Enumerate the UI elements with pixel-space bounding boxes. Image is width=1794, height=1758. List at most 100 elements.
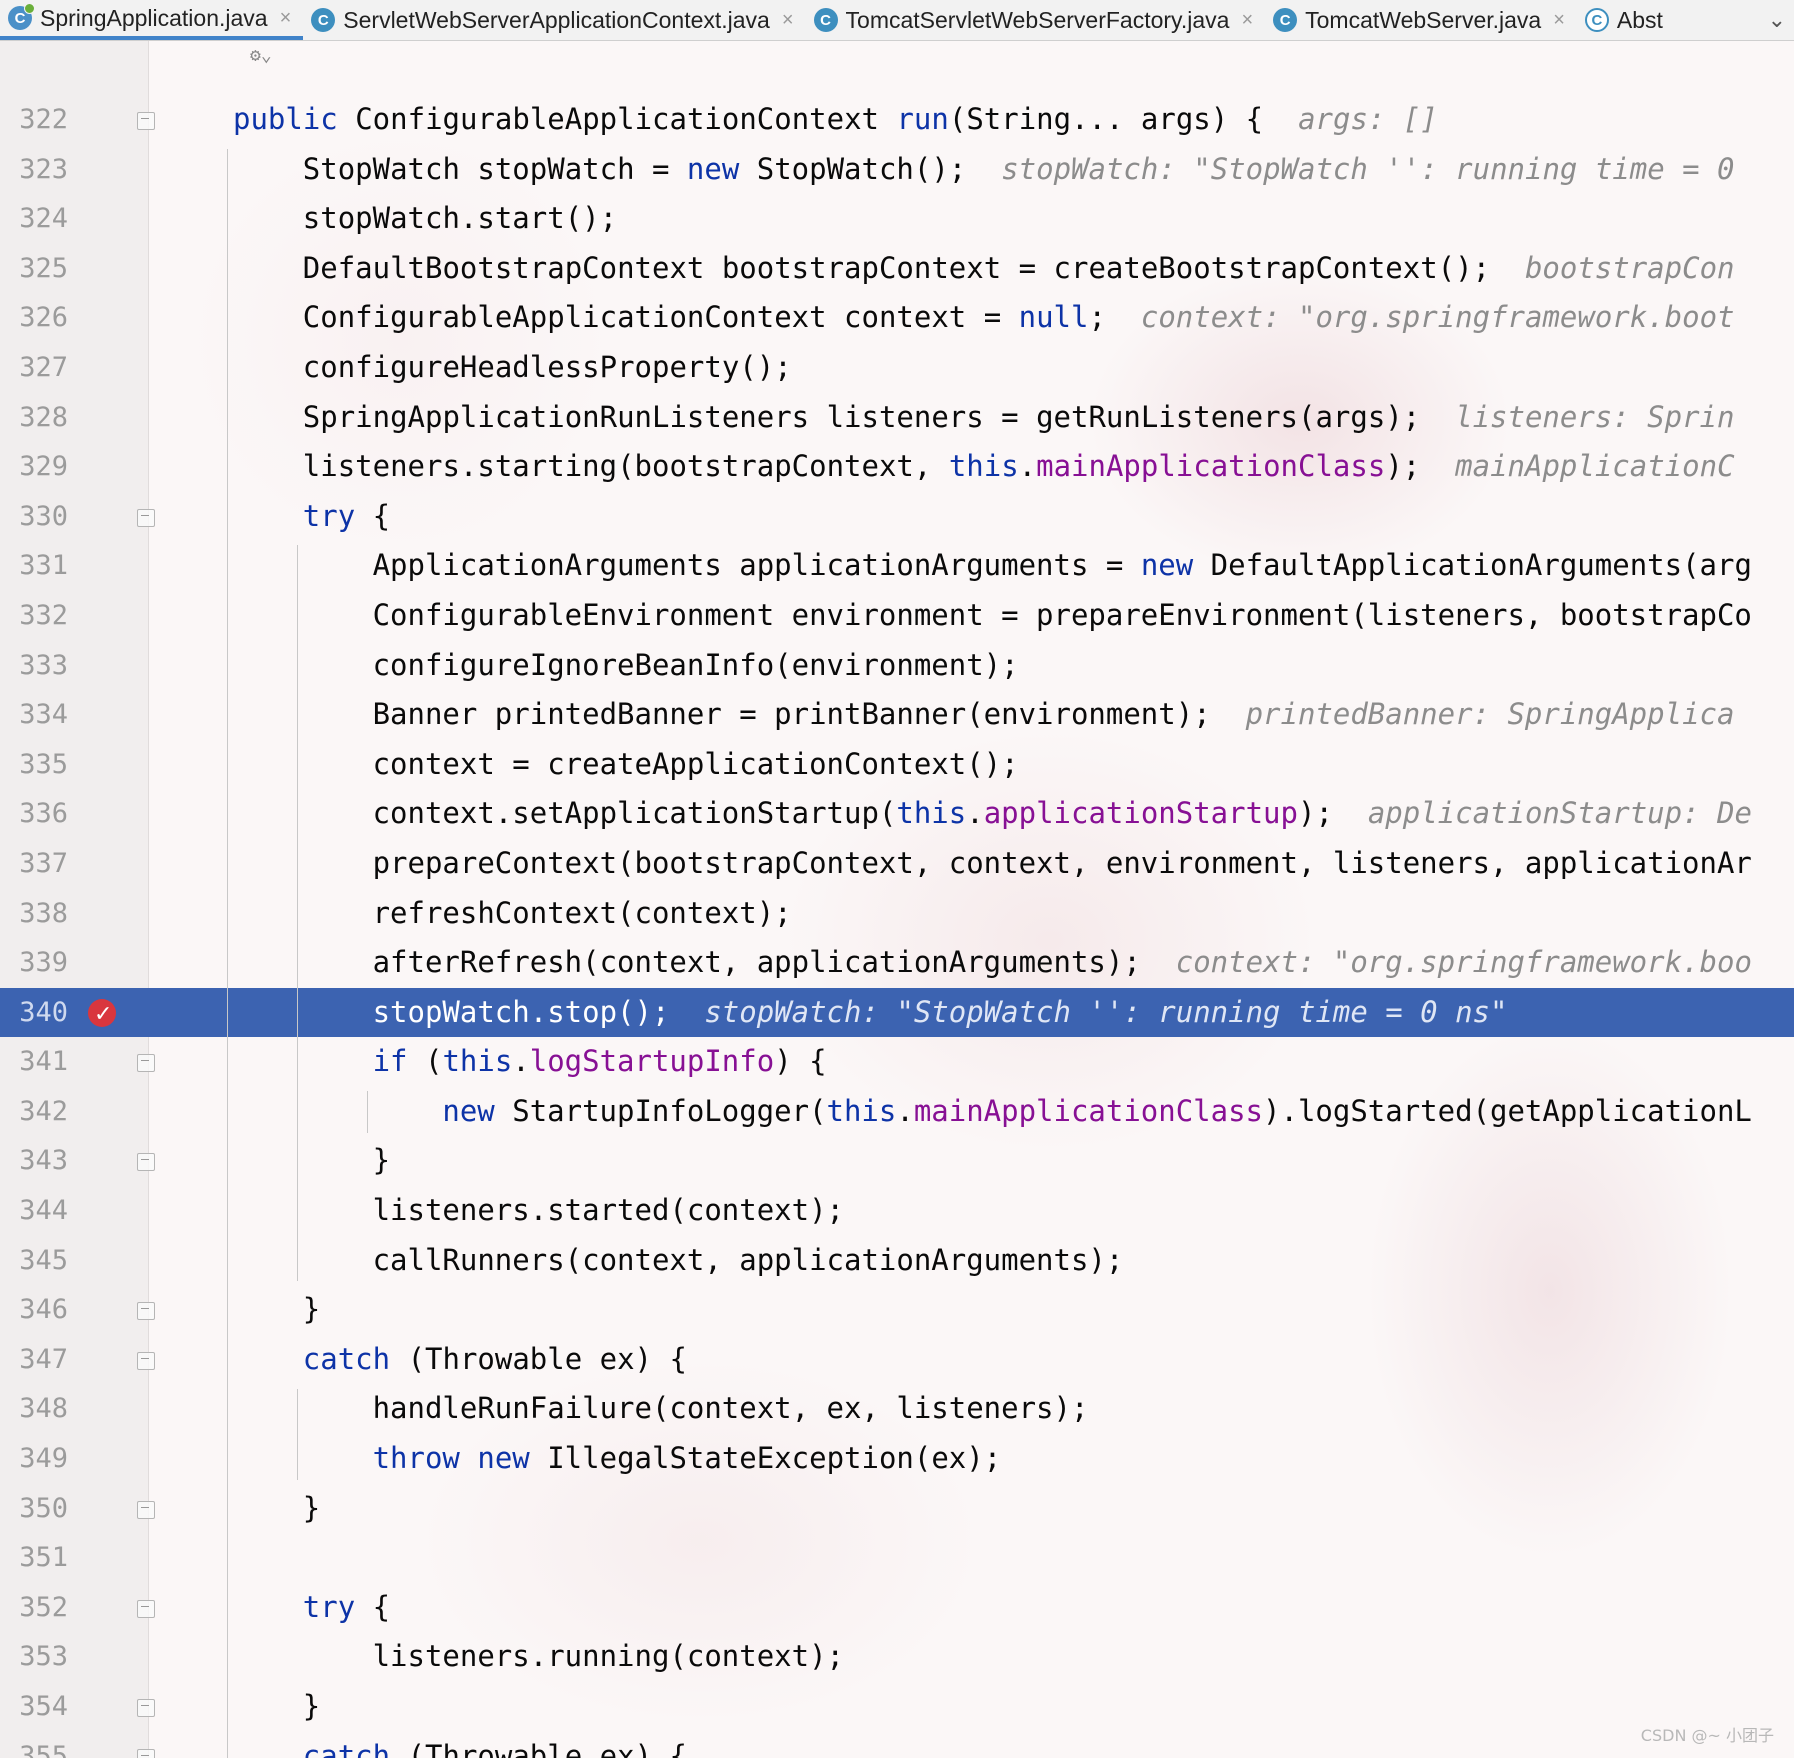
code-line[interactable]: 325 DefaultBootstrapContext bootstrapCont… [0, 244, 1794, 294]
reader-mode-icon[interactable]: ⚙⌄ [250, 45, 272, 66]
line-number[interactable]: 343 [0, 1136, 68, 1186]
line-number[interactable]: 324 [0, 194, 68, 244]
line-number[interactable]: 348 [0, 1384, 68, 1434]
line-number[interactable]: 333 [0, 641, 68, 691]
code-text[interactable]: try { [303, 1583, 1794, 1633]
code-text[interactable]: listeners.started(context); [373, 1186, 1794, 1236]
code-line[interactable]: 332 ConfigurableEnvironment environment =… [0, 591, 1794, 641]
code-line[interactable]: 334 Banner printedBanner = printBanner(en… [0, 690, 1794, 740]
code-line[interactable]: 328 SpringApplicationRunListeners listene… [0, 393, 1794, 443]
code-text[interactable]: public ConfigurableApplicationContext ru… [233, 95, 1794, 145]
line-number[interactable]: 328 [0, 393, 68, 443]
code-line[interactable]: 324 stopWatch.start(); [0, 194, 1794, 244]
line-number[interactable]: 355 [0, 1732, 68, 1758]
line-number[interactable]: 350 [0, 1484, 68, 1534]
line-number[interactable]: 351 [0, 1533, 68, 1583]
code-line[interactable]: 336 context.setApplicationStartup(this.ap… [0, 789, 1794, 839]
code-text[interactable]: refreshContext(context); [373, 889, 1794, 939]
code-text[interactable]: } [303, 1484, 1794, 1534]
code-text[interactable]: ApplicationArguments applicationArgument… [373, 541, 1794, 591]
line-number[interactable]: 352 [0, 1583, 68, 1633]
code-editor[interactable]: ⚙⌄ 322 public ConfigurableApplicationCont… [0, 41, 1794, 1758]
code-line[interactable]: 347 catch (Throwable ex) { [0, 1335, 1794, 1385]
line-number[interactable]: 354 [0, 1682, 68, 1732]
code-line[interactable]: 354} [0, 1682, 1794, 1732]
code-line[interactable]: 331 ApplicationArguments applicationArgum… [0, 541, 1794, 591]
code-text[interactable]: Banner printedBanner = printBanner(envir… [373, 690, 1794, 740]
fold-collapse-icon[interactable] [137, 508, 155, 527]
line-number[interactable]: 331 [0, 541, 68, 591]
code-line[interactable]: 351 [0, 1533, 1794, 1583]
code-line[interactable]: 335 context = createApplicationContext(); [0, 740, 1794, 790]
code-text[interactable]: callRunners(context, applicationArgument… [373, 1236, 1794, 1286]
code-text[interactable]: StopWatch stopWatch = new StopWatch(); s… [303, 145, 1794, 195]
line-number[interactable]: 349 [0, 1434, 68, 1484]
tab-3[interactable]: C TomcatWebServer.java × [1265, 0, 1577, 40]
code-text[interactable]: configureHeadlessProperty(); [303, 343, 1794, 393]
line-number[interactable]: 335 [0, 740, 68, 790]
line-number[interactable]: 340 [0, 988, 68, 1038]
code-line[interactable]: 323 StopWatch stopWatch = new StopWatch()… [0, 145, 1794, 195]
fold-collapse-icon[interactable] [137, 1351, 155, 1370]
code-line[interactable]: 353 listeners.running(context); [0, 1632, 1794, 1682]
code-text[interactable]: handleRunFailure(context, ex, listeners)… [373, 1384, 1794, 1434]
code-text[interactable]: DefaultBootstrapContext bootstrapContext… [303, 244, 1794, 294]
close-tab-icon[interactable]: × [1553, 9, 1565, 32]
code-line[interactable]: 349 throw new IllegalStateException(ex); [0, 1434, 1794, 1484]
code-text[interactable]: SpringApplicationRunListeners listeners … [303, 393, 1794, 443]
close-tab-icon[interactable]: × [1241, 9, 1253, 32]
tab-2[interactable]: C TomcatServletWebServerFactory.java × [806, 0, 1266, 40]
tab-0[interactable]: C SpringApplication.java × [0, 0, 304, 40]
line-number[interactable]: 336 [0, 789, 68, 839]
code-text[interactable]: catch (Throwable ex) { [303, 1335, 1794, 1385]
tab-4[interactable]: C Abst [1577, 0, 1675, 40]
code-line[interactable]: 330 try { [0, 492, 1794, 542]
line-number[interactable]: 337 [0, 839, 68, 889]
code-line[interactable]: 348 handleRunFailure(context, ex, listene… [0, 1384, 1794, 1434]
code-text[interactable]: context.setApplicationStartup(this.appli… [373, 789, 1794, 839]
tab-overflow-chevron-icon[interactable]: ⌄ [1761, 0, 1786, 40]
close-tab-icon[interactable]: × [280, 7, 292, 30]
code-lines[interactable]: 322 public ConfigurableApplicationContext… [0, 95, 1794, 1758]
fold-end-icon[interactable] [137, 1153, 155, 1172]
code-text[interactable]: ConfigurableApplicationContext context =… [303, 293, 1794, 343]
line-number[interactable]: 327 [0, 343, 68, 393]
code-text[interactable]: new StartupInfoLogger(this.mainApplicati… [442, 1087, 1794, 1137]
code-line[interactable]: 337 prepareContext(bootstrapContext, cont… [0, 839, 1794, 889]
line-number[interactable]: 347 [0, 1335, 68, 1385]
line-number[interactable]: 353 [0, 1632, 68, 1682]
code-line[interactable]: 341 if (this.logStartupInfo) { [0, 1037, 1794, 1087]
fold-end-icon[interactable] [137, 1500, 155, 1519]
code-line[interactable]: 342 new StartupInfoLogger(this.mainApplic… [0, 1087, 1794, 1137]
line-number[interactable]: 332 [0, 591, 68, 641]
code-line[interactable]: 326 ConfigurableApplicationContext contex… [0, 293, 1794, 343]
line-number[interactable]: 326 [0, 293, 68, 343]
code-text[interactable]: try { [303, 492, 1794, 542]
code-line[interactable]: 352 try { [0, 1583, 1794, 1633]
code-text[interactable]: afterRefresh(context, applicationArgumen… [373, 938, 1794, 988]
fold-end-icon[interactable] [137, 1699, 155, 1717]
fold-collapse-icon[interactable] [137, 1599, 155, 1618]
line-number[interactable]: 339 [0, 938, 68, 988]
code-line[interactable]: 350} [0, 1484, 1794, 1534]
tab-1[interactable]: C ServletWebServerApplicationContext.java… [303, 0, 805, 40]
code-text[interactable]: context = createApplicationContext(); [373, 740, 1794, 790]
fold-end-icon[interactable] [137, 1302, 155, 1321]
code-line[interactable]: 343} [0, 1136, 1794, 1186]
code-line[interactable]: 355 catch (Throwable ex) { [0, 1732, 1794, 1758]
code-text[interactable]: } [303, 1285, 1794, 1335]
breakpoint-icon[interactable] [88, 990, 116, 1039]
code-line[interactable]: 333 configureIgnoreBeanInfo(environment); [0, 641, 1794, 691]
fold-collapse-icon[interactable] [137, 1054, 155, 1073]
fold-collapse-icon[interactable] [137, 1748, 155, 1758]
code-line[interactable]: 339 afterRefresh(context, applicationArgu… [0, 938, 1794, 988]
code-text[interactable]: } [303, 1682, 1794, 1732]
code-text[interactable]: configureIgnoreBeanInfo(environment); [373, 641, 1794, 691]
code-text[interactable]: } [373, 1136, 1794, 1186]
fold-collapse-icon[interactable] [137, 112, 155, 130]
line-number[interactable]: 344 [0, 1186, 68, 1236]
code-text[interactable]: listeners.running(context); [373, 1632, 1794, 1682]
line-number[interactable]: 346 [0, 1285, 68, 1335]
code-text[interactable]: if (this.logStartupInfo) { [373, 1037, 1794, 1087]
line-number[interactable]: 323 [0, 145, 68, 195]
